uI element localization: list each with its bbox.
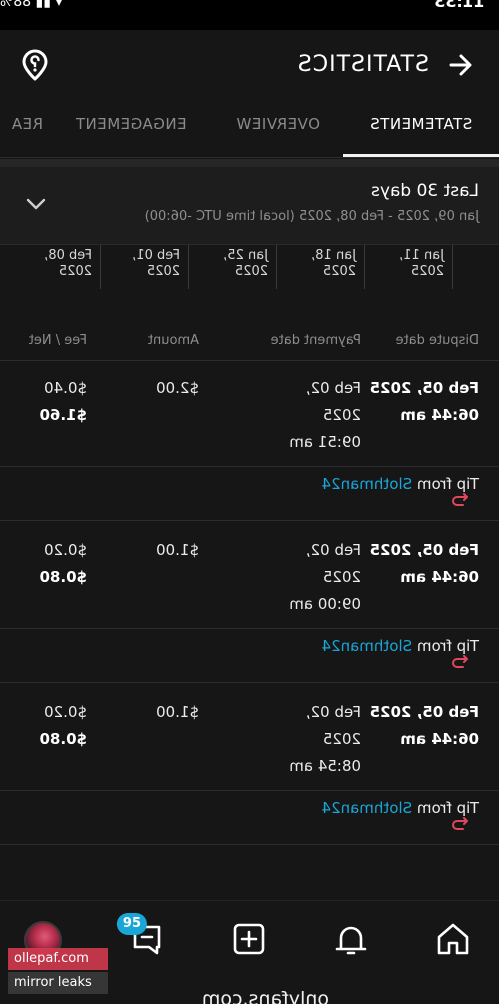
col-dispute-date: Dispute date	[395, 333, 479, 348]
date-chip-day: Feb 01,	[132, 248, 180, 263]
payment-date: Feb 02,	[305, 703, 361, 721]
tip-user-link[interactable]: Slothman24	[322, 799, 413, 817]
refund-icon	[452, 817, 470, 833]
table-row[interactable]: Feb 05, 2025 06:44 am Feb 02, 2025 08:54…	[0, 683, 499, 791]
date-chip-day: Jan 11,	[399, 248, 444, 263]
fee: $0.20	[44, 541, 87, 559]
date-chip-row: Jan 11, 2025 Jan 18, 2025 Jan 25, 2025 F…	[0, 245, 499, 289]
chevron-down-icon[interactable]	[24, 191, 48, 215]
tab-overview[interactable]: OVERVIEW	[223, 102, 333, 157]
net: $0.80	[39, 730, 87, 748]
watermark-line1: ollepaf.com	[8, 948, 108, 970]
date-chip-day: Jan 18,	[311, 248, 356, 263]
date-chip-day: Feb 08,	[44, 248, 92, 263]
tab-bar: STATEMENTS OVERVIEW ENGAGEMENT REA	[0, 102, 499, 158]
dispute-time: 06:44 am	[400, 730, 479, 748]
tab-engagement[interactable]: ENGAGEMENT	[61, 102, 201, 157]
table-header: Dispute date Payment date Amount Fee / N…	[0, 325, 499, 361]
tab-reach[interactable]: REA	[0, 102, 43, 157]
tip-prefix: Tip from	[412, 799, 479, 817]
col-payment-date: Payment date	[270, 333, 361, 348]
date-chip[interactable]: Jan 11, 2025	[373, 245, 453, 289]
tip-text: Tip from Slothman24	[322, 475, 480, 493]
page-title: STATISTICS	[296, 52, 429, 77]
payment-time: 09:00 am	[289, 595, 361, 613]
payment-year: 2025	[322, 568, 361, 586]
net: $1.60	[39, 406, 87, 424]
bell-icon[interactable]	[331, 919, 371, 959]
home-icon[interactable]	[433, 919, 473, 959]
tip-prefix: Tip from	[412, 475, 479, 493]
back-arrow-icon[interactable]	[441, 46, 479, 84]
transaction-description: Tip from Slothman24	[0, 629, 499, 683]
payment-year: 2025	[322, 406, 361, 424]
fee: $0.20	[44, 703, 87, 721]
date-chip-year: 2025	[58, 264, 92, 279]
tip-text: Tip from Slothman24	[322, 637, 480, 655]
date-chip[interactable]: Feb 08, 2025	[21, 245, 101, 289]
period-title: Last 30 days	[371, 181, 479, 201]
fee: $0.40	[44, 379, 87, 397]
date-chip[interactable]: Jan 18, 2025	[285, 245, 365, 289]
table-row[interactable]: Feb 05, 2025 06:44 am Feb 02, 2025 09:00…	[0, 521, 499, 629]
watermark-line2: mirror leaks	[8, 972, 108, 994]
transaction-description: Tip from Slothman24	[0, 467, 499, 521]
refund-icon	[452, 493, 470, 509]
tab-scroll-strip	[0, 159, 499, 167]
date-chip[interactable]: Jan 25, 2025	[197, 245, 277, 289]
page-header: STATISTICS	[0, 30, 499, 102]
table-row[interactable]: Feb 05, 2025 06:44 am Feb 02, 2025 09:51…	[0, 361, 499, 467]
status-bar: 11:33 ▾ ▮▮ 88%	[0, 0, 499, 30]
net: $0.80	[39, 568, 87, 586]
refund-icon	[452, 655, 470, 671]
date-chip-year: 2025	[322, 264, 356, 279]
add-post-icon[interactable]	[229, 919, 269, 959]
app-root: 11:33 ▾ ▮▮ 88% STATISTICS STATEMENTS OVE…	[0, 0, 499, 1004]
url-text: onlyfans.com	[201, 988, 329, 1004]
tip-user-link[interactable]: Slothman24	[322, 475, 413, 493]
col-amount: Amount	[147, 333, 199, 348]
tip-user-link[interactable]: Slothman24	[322, 637, 413, 655]
tip-text: Tip from Slothman24	[322, 799, 480, 817]
status-icons: ▾ ▮▮ 88%	[0, 0, 63, 10]
tab-statements[interactable]: STATEMENTS	[343, 102, 499, 157]
dispute-date: Feb 05, 2025	[369, 703, 479, 721]
transaction-description: Tip from Slothman24	[0, 791, 499, 845]
messages-badge: 95	[116, 913, 147, 935]
dispute-date: Feb 05, 2025	[369, 379, 479, 397]
help-pin-icon[interactable]	[18, 48, 52, 82]
period-subtitle: Jan 09, 2025 - Feb 08, 2025 (local time …	[144, 209, 479, 224]
period-selector[interactable]: Last 30 days Jan 09, 2025 - Feb 08, 2025…	[0, 167, 499, 245]
amount: $1.00	[156, 541, 199, 559]
payment-date: Feb 02,	[305, 379, 361, 397]
amount: $1.00	[156, 703, 199, 721]
date-chip-year: 2025	[234, 264, 268, 279]
payment-date: Feb 02,	[305, 541, 361, 559]
col-fee-net: Fee / Net	[28, 333, 87, 348]
status-time: 11:33	[434, 0, 485, 11]
date-chip[interactable]: Feb 01, 2025	[109, 245, 189, 289]
tip-prefix: Tip from	[412, 637, 479, 655]
payment-year: 2025	[322, 730, 361, 748]
date-chip-year: 2025	[146, 264, 180, 279]
payment-time: 08:54 am	[289, 757, 361, 775]
dispute-date: Feb 05, 2025	[369, 541, 479, 559]
date-chip-year: 2025	[410, 264, 444, 279]
date-chip-day: Jan 25,	[223, 248, 268, 263]
dispute-time: 06:44 am	[400, 406, 479, 424]
dispute-time: 06:44 am	[400, 568, 479, 586]
payment-time: 09:51 am	[289, 433, 361, 451]
amount: $2.00	[156, 379, 199, 397]
